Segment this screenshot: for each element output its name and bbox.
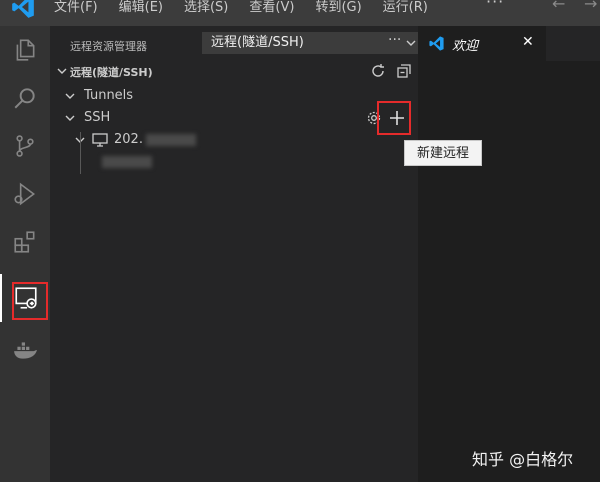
collapse-all-icon[interactable]	[396, 63, 412, 79]
tree-item-tunnels-label: Tunnels	[84, 88, 134, 103]
tree-item-ssh-label: SSH	[84, 110, 111, 125]
activity-docker[interactable]	[0, 326, 50, 374]
chevron-down-icon	[57, 68, 67, 74]
section-remote-title: 远程(隧道/SSH)	[70, 66, 153, 79]
annotation-box-1	[12, 282, 48, 320]
search-icon	[14, 88, 35, 109]
vscode-logo-icon	[12, 0, 34, 18]
tree-item-folder[interactable]	[50, 152, 418, 174]
menu-overflow-button[interactable]: ···	[486, 0, 504, 11]
title-bar: 文件(F) 编辑(E) 选择(S) 查看(V) 转到(G) 运行(R) ··· …	[0, 0, 600, 26]
activity-source-control[interactable]	[0, 122, 50, 170]
sidebar-more-button[interactable]: ···	[388, 32, 401, 48]
activity-run-debug[interactable]	[0, 170, 50, 218]
forward-arrow-icon[interactable]: →	[584, 0, 597, 13]
tab-welcome[interactable]: 欢迎 ✕	[418, 26, 546, 61]
tree-item-host-label: 202.	[114, 132, 143, 147]
tree-indent-guide	[80, 132, 81, 174]
source-control-icon	[16, 135, 34, 157]
activity-bar	[0, 26, 50, 482]
chevron-down-icon	[65, 93, 75, 99]
vscode-logo-icon	[429, 36, 444, 51]
chevron-down-icon	[406, 40, 416, 46]
menu-view[interactable]: 查看(V)	[249, 0, 294, 15]
chevron-down-icon	[65, 115, 75, 121]
remote-type-select-value: 远程(隧道/SSH)	[211, 35, 304, 50]
remote-explorer-sidebar: 远程资源管理器 远程(隧道/SSH) ··· 远程(隧道/SSH) Tunnel…	[50, 26, 426, 482]
monitor-icon	[92, 133, 108, 147]
menu-bar: 文件(F) 编辑(E) 选择(S) 查看(V) 转到(G) 运行(R)	[54, 0, 449, 15]
menu-file[interactable]: 文件(F)	[54, 0, 98, 15]
editor-area: 欢迎 ✕	[418, 26, 600, 482]
tree-item-ssh[interactable]: SSH	[50, 107, 418, 129]
editor-tab-bar: 欢迎 ✕	[418, 26, 600, 61]
add-remote-tooltip: 新建远程	[404, 140, 482, 166]
activity-explorer[interactable]	[0, 26, 50, 74]
refresh-icon[interactable]	[370, 63, 386, 79]
redacted-host-text	[146, 134, 196, 146]
tree-item-tunnels[interactable]: Tunnels	[50, 85, 418, 107]
back-arrow-icon[interactable]: ←	[552, 0, 565, 13]
sidebar-title: 远程资源管理器	[70, 40, 147, 53]
menu-go[interactable]: 转到(G)	[315, 0, 361, 15]
run-debug-icon	[14, 182, 36, 206]
explorer-icon	[16, 39, 35, 61]
tab-welcome-label: 欢迎	[452, 39, 479, 54]
menu-run[interactable]: 运行(R)	[383, 0, 428, 15]
activity-extensions[interactable]	[0, 218, 50, 266]
extensions-icon	[14, 231, 35, 253]
activity-search[interactable]	[0, 74, 50, 122]
redacted-folder-text	[102, 156, 152, 168]
docker-icon	[14, 342, 37, 359]
watermark: 知乎 @白格尔	[472, 450, 574, 469]
menu-edit[interactable]: 编辑(E)	[119, 0, 163, 15]
menu-selection[interactable]: 选择(S)	[184, 0, 228, 15]
tree-item-host[interactable]: 202.	[50, 129, 418, 151]
close-icon[interactable]: ✕	[522, 34, 534, 50]
annotation-box-2	[377, 101, 411, 135]
section-remote-header[interactable]: 远程(隧道/SSH)	[50, 60, 418, 82]
